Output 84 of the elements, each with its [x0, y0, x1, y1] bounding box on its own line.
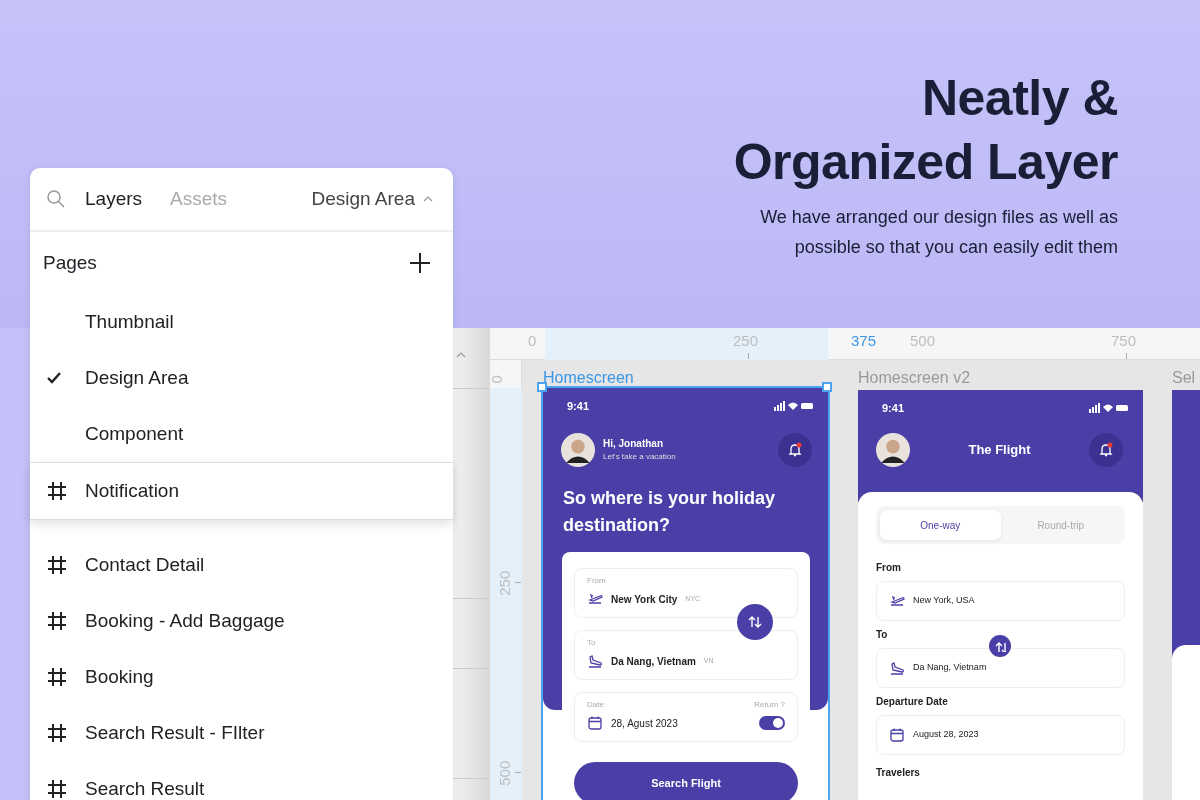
status-icons [1089, 403, 1129, 414]
layer-item[interactable]: Search Result [30, 761, 453, 800]
ruler-label: 250 [495, 570, 515, 596]
input-field[interactable]: Date Return ? 28, Agust 2023 [574, 692, 798, 742]
avatar-icon [876, 432, 910, 467]
toggle-switch[interactable] [759, 716, 785, 730]
frame-title: Sel [1172, 368, 1196, 388]
input-field[interactable]: August 28, 2023 [876, 715, 1125, 755]
page-dropdown[interactable]: Design Area [311, 184, 433, 214]
status-time: 9:41 [567, 399, 590, 414]
ruler-label: 750 [1111, 331, 1137, 351]
frame-title: Homescreen [543, 368, 634, 388]
frame-icon [46, 610, 68, 632]
segment-tab[interactable]: One-way [880, 510, 1001, 540]
check-icon [46, 371, 62, 385]
ruler-label: 0 [486, 375, 506, 384]
plus-icon[interactable] [409, 252, 431, 274]
search-icon[interactable] [46, 189, 66, 209]
landing-icon [889, 660, 905, 676]
toggle-label: Return ? [754, 699, 785, 711]
input-field[interactable]: New York, USA [876, 581, 1125, 621]
calendar-icon [889, 727, 905, 743]
greeting: Hi, Jonathan [603, 437, 664, 451]
frame-icon [46, 778, 68, 800]
field-value: Da Nang, Vietnam [913, 661, 987, 675]
layer-item[interactable]: Notification [30, 462, 453, 520]
swap-button[interactable] [989, 635, 1011, 657]
page-item[interactable]: Design Area [30, 350, 453, 406]
subtitle: possible so that you can easily edit them [793, 236, 1118, 259]
greeting-subtitle: Let's take a vacation [603, 451, 676, 463]
layer-item[interactable]: Booking [30, 649, 453, 705]
layer-item[interactable]: Contact Detail [30, 537, 453, 593]
notification-button[interactable] [778, 432, 812, 467]
ruler-label: 250 [733, 331, 759, 351]
status-time: 9:41 [882, 401, 905, 416]
page-item[interactable]: Component [30, 406, 453, 462]
panel-tab[interactable]: Layers [85, 184, 143, 214]
resize-handle[interactable] [537, 382, 547, 392]
subtitle: We have arranged our design files as well as [760, 206, 1118, 229]
frame-icon [46, 554, 68, 576]
field-label: From [587, 575, 607, 587]
bell-icon [1098, 441, 1114, 458]
layer-item[interactable]: Booking - Add Baggage [30, 593, 453, 649]
takeoff-icon [889, 593, 905, 609]
calendar-icon [587, 715, 603, 731]
ruler-label: 375 [851, 331, 877, 351]
swap-icon [747, 614, 763, 630]
frame-icon [46, 480, 68, 502]
field-label: From [876, 561, 902, 575]
frame-icon [46, 666, 68, 688]
swap-icon [994, 640, 1006, 652]
field-value: August 28, 2023 [913, 728, 979, 742]
chevron-up-icon [423, 196, 433, 202]
section-label: Travelers [876, 766, 921, 780]
ruler-label: 500 [495, 760, 515, 786]
search-button[interactable]: Search Flight [574, 762, 798, 800]
field-value: New York City [611, 592, 678, 607]
ruler-label: 0 [528, 331, 537, 351]
screen-heading: So where is your holiday destination? [562, 486, 777, 537]
field-label: Departure Date [876, 695, 949, 709]
resize-handle[interactable] [822, 382, 832, 392]
page-item[interactable]: Thumbnail [30, 294, 453, 350]
avatar-icon [561, 432, 595, 467]
takeoff-icon [587, 591, 603, 607]
field-value: 28, Agust 2023 [611, 716, 678, 731]
frame-icon [46, 722, 68, 744]
field-label: To [587, 637, 597, 649]
headline: Organized Layer [733, 133, 1118, 192]
field-label: Date [587, 699, 604, 711]
section-heading: Pages [43, 250, 97, 275]
field-value: New York, USA [913, 594, 975, 608]
layer-item[interactable]: Search Result - FIlter [30, 705, 453, 761]
status-icons [774, 401, 814, 412]
input-field[interactable]: Da Nang, Vietnam [876, 648, 1125, 688]
notification-button[interactable] [1089, 432, 1123, 467]
field-label: To [876, 628, 889, 642]
ruler-label: 500 [910, 331, 936, 351]
landing-icon [587, 653, 603, 669]
headline: Neatly & [921, 69, 1118, 128]
app-title: The Flight [968, 440, 1031, 459]
bell-icon [787, 441, 803, 458]
chevron-up-icon [456, 352, 466, 358]
field-value: Da Nang, Vietnam [611, 654, 696, 669]
frame-title: Homescreen v2 [858, 368, 971, 388]
